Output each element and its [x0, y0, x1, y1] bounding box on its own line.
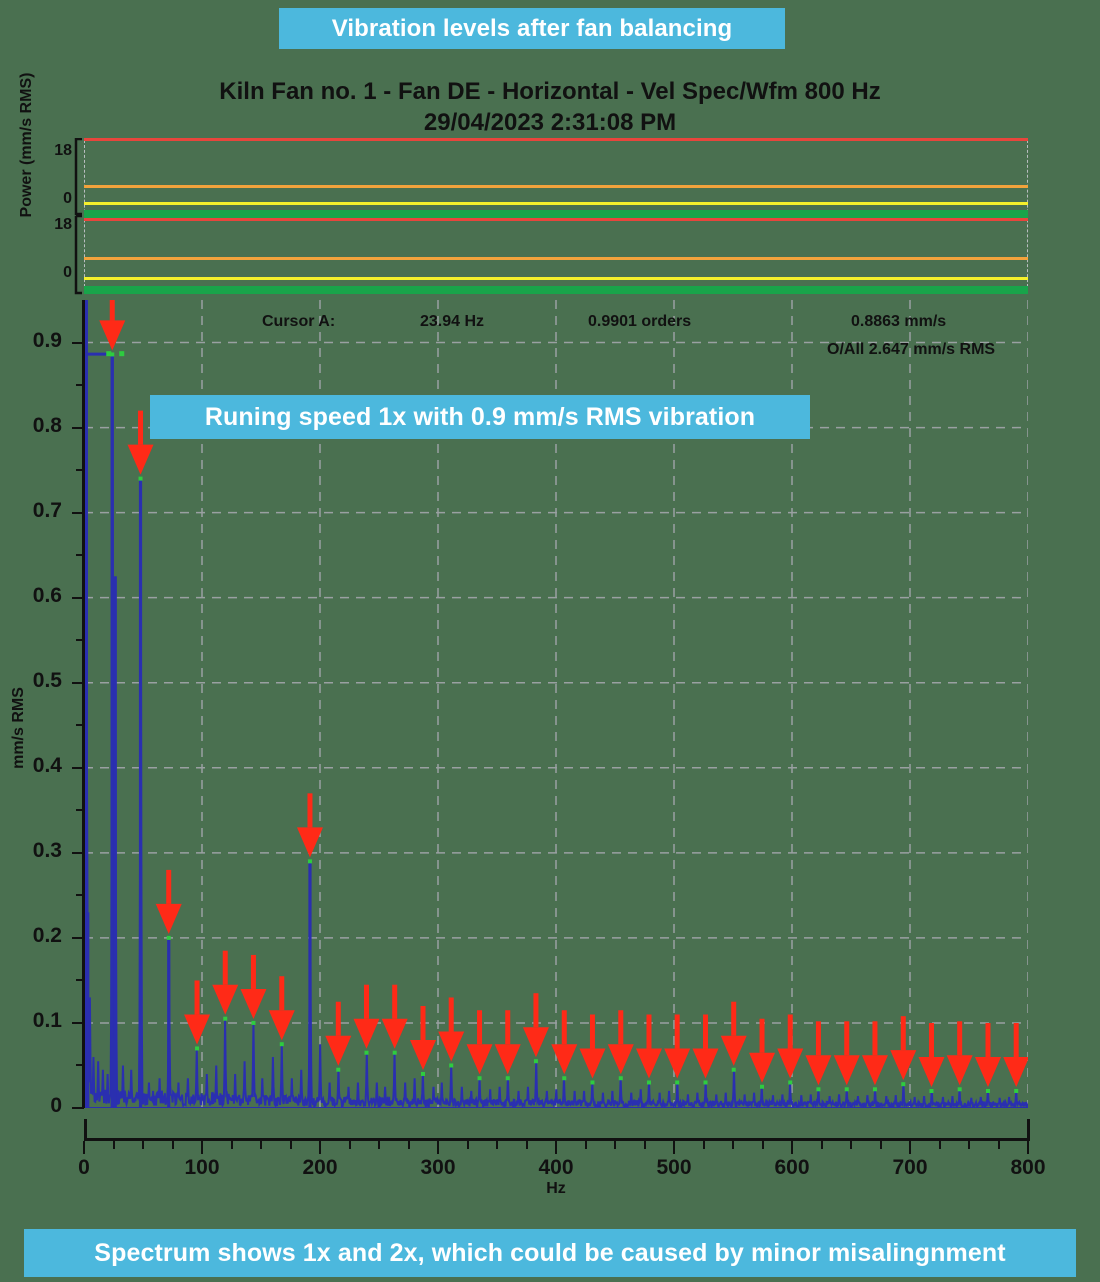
y-axis-minor-tick [76, 724, 84, 727]
running-speed-callout: Runing speed 1x with 0.9 mm/s RMS vibrat… [150, 395, 810, 439]
y-axis-tick-label: 0.3 [32, 838, 62, 862]
x-axis-minor-tick [260, 1141, 262, 1149]
alarm-band-normal-lower [84, 286, 1028, 294]
y-axis-tick [72, 766, 84, 769]
y-axis-tick-label: 0 [50, 1094, 62, 1117]
x-axis-minor-tick [938, 1141, 941, 1149]
x-axis-minor-tick [997, 1141, 1000, 1149]
chart-title-line2: 29/04/2023 2:31:08 PM [423, 109, 677, 136]
x-axis-tick [319, 1141, 321, 1154]
y-axis-tick-label: 0.1 [32, 1008, 62, 1032]
alarm-band-danger-upper [84, 138, 1028, 141]
x-axis-tick-label: 300 [420, 1156, 456, 1179]
x-axis-tick-label: 0 [78, 1156, 90, 1179]
page-title: Kiln Fan no. 1 - Fan DE - Horizontal - V… [0, 76, 1100, 138]
x-axis-minor-tick [171, 1141, 174, 1149]
x-axis-minor-tick [968, 1141, 970, 1149]
x-axis-tick [1027, 1141, 1029, 1154]
alarm-band-normal-upper [84, 210, 1028, 218]
x-axis-minor-tick [112, 1141, 115, 1149]
power-trend-panel [84, 138, 1028, 294]
alarm-band-warning-upper [84, 202, 1028, 205]
y-axis-tick [72, 1021, 84, 1024]
x-axis-tick-label: 600 [774, 1156, 810, 1179]
y-axis-minor-tick [76, 554, 84, 557]
cursor-label: Cursor A: [262, 313, 336, 330]
x-axis-tick [437, 1141, 439, 1154]
y-axis-tick [72, 851, 84, 854]
y-axis-tick [72, 341, 84, 344]
cursor-orders-value: 0.9901 orders [588, 313, 692, 330]
y-axis-minor-tick [76, 1064, 84, 1067]
x-axis-minor-tick [466, 1141, 469, 1149]
x-axis-tick-label: 500 [656, 1156, 692, 1179]
power-axis-label: Power (mm/s RMS) [18, 72, 35, 218]
x-axis-tick [791, 1141, 793, 1154]
x-axis-tick-label: 400 [538, 1156, 574, 1179]
y-axis-minor-tick [76, 979, 84, 982]
y-axis-minor-tick [76, 639, 84, 642]
y-axis-minor-tick [76, 384, 84, 387]
alarm-band-warning-lower [84, 277, 1028, 280]
x-axis-tick-label: 800 [1010, 1156, 1046, 1179]
x-axis-tick [909, 1141, 911, 1154]
y-axis-tick [72, 596, 84, 599]
x-axis-minor-tick [230, 1141, 233, 1149]
y-axis-minor-tick [76, 809, 84, 812]
top-callout-banner: Vibration levels after fan balancing [279, 8, 785, 49]
x-axis-line [84, 1138, 1030, 1141]
power-axis-bracket [74, 138, 82, 295]
x-axis-tick [673, 1141, 675, 1154]
x-axis-minor-tick [614, 1141, 616, 1149]
x-axis-minor-tick [496, 1141, 498, 1149]
y-axis-tick-label: 0.7 [32, 498, 62, 522]
x-axis-start-cap [84, 1119, 87, 1141]
x-axis-label: Hz [546, 1180, 566, 1197]
y-axis-tick [72, 1107, 84, 1109]
x-axis-tick [201, 1141, 203, 1154]
cursor-frequency-value: 23.94 Hz [420, 313, 485, 330]
x-axis-minor-tick [732, 1141, 734, 1149]
x-axis-minor-tick [702, 1141, 705, 1149]
y-axis-tick-label: 0.9 [32, 328, 62, 352]
x-axis-minor-tick [643, 1141, 646, 1149]
y-axis-tick-label: 0.4 [32, 753, 62, 777]
x-axis-minor-tick [820, 1141, 823, 1149]
overall-rms-value: O/All 2.647 mm/s RMS [827, 341, 996, 358]
x-axis-tick-label: 200 [302, 1156, 338, 1179]
x-axis-tick [555, 1141, 557, 1154]
x-axis-tick [83, 1141, 85, 1154]
x-axis-minor-tick [348, 1141, 351, 1149]
y-axis-tick-label: 0.5 [32, 668, 62, 692]
y-axis-tick [72, 936, 84, 939]
alarm-band-danger-mid [84, 218, 1028, 221]
x-axis-end-cap [1027, 1119, 1030, 1141]
x-axis-minor-tick [525, 1141, 528, 1149]
cursor-amplitude-value: 0.8863 mm/s [851, 313, 947, 330]
y-axis-minor-tick [76, 469, 84, 472]
y-axis-line [82, 300, 85, 1108]
alarm-band-alert-upper [84, 185, 1028, 188]
y-axis-tick [72, 511, 84, 514]
x-axis-minor-tick [378, 1141, 380, 1149]
y-axis-tick-label: 0.2 [32, 923, 62, 947]
x-axis-minor-tick [850, 1141, 852, 1149]
x-axis-tick-label: 700 [892, 1156, 928, 1179]
x-axis-minor-tick [584, 1141, 587, 1149]
bottom-callout-banner: Spectrum shows 1x and 2x, which could be… [24, 1229, 1076, 1277]
y-axis-tick [72, 681, 84, 684]
chart-title-line1: Kiln Fan no. 1 - Fan DE - Horizontal - V… [219, 78, 881, 105]
x-axis-minor-tick [142, 1141, 144, 1149]
y-axis-tick [72, 426, 84, 429]
x-axis-minor-tick [289, 1141, 292, 1149]
x-axis-minor-tick [879, 1141, 882, 1149]
x-axis-minor-tick [407, 1141, 410, 1149]
x-axis-minor-tick [761, 1141, 764, 1149]
alarm-band-alert-lower [84, 257, 1028, 260]
y-axis-tick-label: 0.6 [32, 583, 62, 607]
x-axis-tick-label: 100 [184, 1156, 220, 1179]
y-axis-tick-label: 0.8 [32, 413, 62, 437]
y-axis-minor-tick [76, 894, 84, 897]
